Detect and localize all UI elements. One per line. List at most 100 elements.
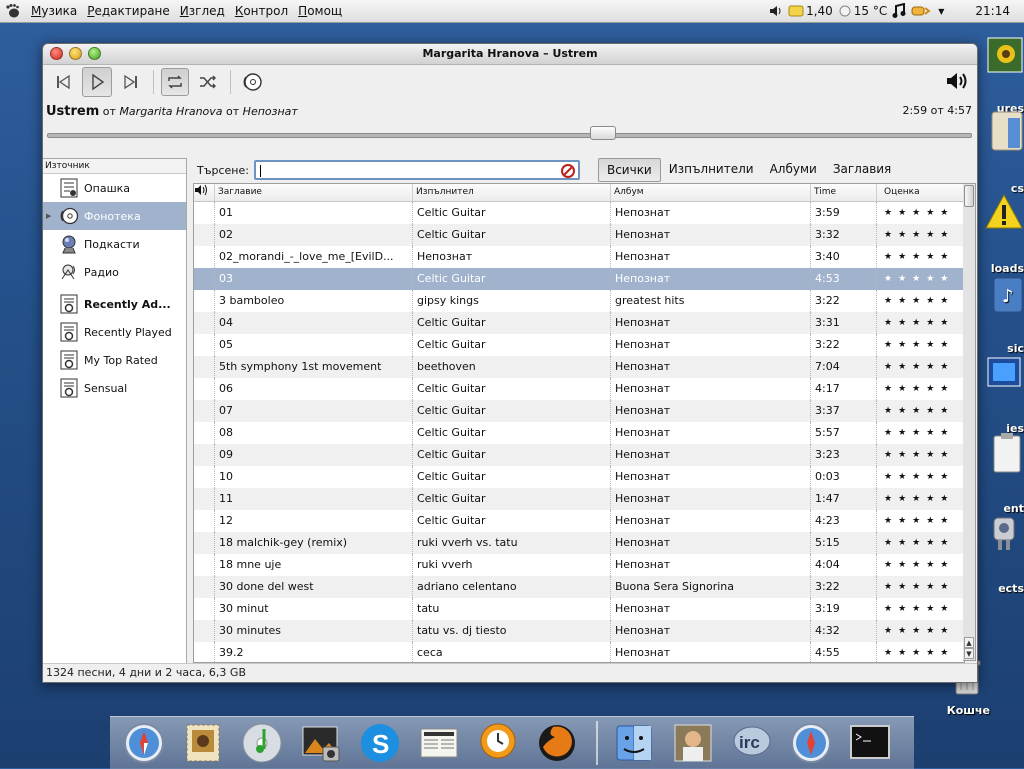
track-rating[interactable]: ★★★★★: [877, 224, 964, 246]
track-row[interactable]: 01 Celtic Guitar Непознат 3:59 ★★★★★: [194, 202, 964, 224]
track-list-scrollbar[interactable]: ▲ ▼: [963, 183, 976, 661]
next-button[interactable]: [117, 68, 145, 96]
expander-arrow-icon[interactable]: ▶: [46, 212, 51, 220]
sidebar-item-radio[interactable]: Радио: [43, 258, 186, 286]
track-row[interactable]: 30 minutes tatu vs. dj tiesto Непознат 4:32…: [194, 620, 964, 642]
terminal-icon[interactable]: [845, 720, 895, 766]
track-row[interactable]: 30 minut tatu Непознат 3:19 ★★★★★: [194, 598, 964, 620]
clock-icon[interactable]: [473, 720, 523, 766]
desktop-trash-label[interactable]: Кошче: [947, 704, 990, 717]
volume-button[interactable]: [945, 69, 969, 96]
menu-edit[interactable]: Редактиране: [82, 0, 175, 22]
volume-tray-icon[interactable]: [769, 4, 783, 18]
track-rating[interactable]: ★★★★★: [877, 466, 964, 488]
track-rating[interactable]: ★★★★★: [877, 598, 964, 620]
gnome-foot-icon[interactable]: [4, 2, 22, 20]
play-button[interactable]: [82, 67, 112, 97]
sidebar-item-queue[interactable]: Опашка: [43, 174, 186, 202]
track-rating[interactable]: ★★★★★: [877, 246, 964, 268]
track-rating[interactable]: ★★★★★: [877, 312, 964, 334]
track-row[interactable]: 3 bamboleo gipsy kings greatest hits 3:22 ★★…: [194, 290, 964, 312]
track-row[interactable]: 02 Celtic Guitar Непознат 3:32 ★★★★★: [194, 224, 964, 246]
irc-icon[interactable]: irc: [727, 720, 777, 766]
filter-albums-button[interactable]: Албуми: [762, 158, 825, 180]
scrollbar-thumb[interactable]: [964, 185, 974, 207]
weather-applet[interactable]: 15 °C: [838, 4, 887, 18]
column-title[interactable]: Заглавие: [215, 184, 413, 201]
minimize-window-button[interactable]: [69, 47, 82, 60]
track-rating[interactable]: ★★★★★: [877, 620, 964, 642]
search-input[interactable]: [253, 160, 580, 181]
user-photo-icon[interactable]: [668, 720, 718, 766]
skype-icon[interactable]: S: [355, 720, 405, 766]
track-row[interactable]: 18 malchik-gey (remix) ruki vverh vs. tat…: [194, 532, 964, 554]
track-rating[interactable]: ★★★★★: [877, 444, 964, 466]
menu-control[interactable]: Контрол: [230, 0, 293, 22]
track-rating[interactable]: ★★★★★: [877, 576, 964, 598]
track-row[interactable]: 11 Celtic Guitar Непознат 1:47 ★★★★★: [194, 488, 964, 510]
column-artist[interactable]: Изпълнител: [413, 184, 611, 201]
track-row[interactable]: 10 Celtic Guitar Непознат 0:03 ★★★★★: [194, 466, 964, 488]
sidebar-item-library[interactable]: ▶ Фонотека: [43, 202, 186, 230]
sidebar-item-recently-added[interactable]: Recently Ad...: [43, 290, 186, 318]
clock[interactable]: 21:14: [975, 4, 1010, 18]
track-row[interactable]: 03 Celtic Guitar Непознат 4:53 ★★★★★: [194, 268, 964, 290]
update-notifier-icon[interactable]: [911, 4, 933, 18]
seek-track[interactable]: [47, 133, 972, 138]
track-rating[interactable]: ★★★★★: [877, 202, 964, 224]
track-row[interactable]: 09 Celtic Guitar Непознат 3:23 ★★★★★: [194, 444, 964, 466]
track-row[interactable]: 05 Celtic Guitar Непознат 3:22 ★★★★★: [194, 334, 964, 356]
firefox-icon[interactable]: [532, 720, 582, 766]
column-time[interactable]: Time: [811, 184, 877, 201]
safari-icon[interactable]: [119, 720, 169, 766]
track-row[interactable]: 30 done del west adriano celentano Buona S…: [194, 576, 964, 598]
track-rating[interactable]: ★★★★★: [877, 642, 964, 662]
track-rating[interactable]: ★★★★★: [877, 400, 964, 422]
track-row[interactable]: 12 Celtic Guitar Непознат 4:23 ★★★★★: [194, 510, 964, 532]
column-playing[interactable]: [194, 184, 215, 201]
filter-all-button[interactable]: Всички: [597, 158, 661, 182]
track-rating[interactable]: ★★★★★: [877, 268, 964, 290]
clear-search-icon[interactable]: [560, 164, 575, 181]
track-row[interactable]: 5th symphony 1st movement beethoven Непозн…: [194, 356, 964, 378]
track-row[interactable]: 18 mne uje ruki vverh Непознат 4:04 ★★★★★: [194, 554, 964, 576]
previous-button[interactable]: [49, 68, 77, 96]
track-row[interactable]: 06 Celtic Guitar Непознат 4:17 ★★★★★: [194, 378, 964, 400]
menu-music[interactable]: Музика: [26, 0, 82, 22]
track-row[interactable]: 02_morandi_-_love_me_[EvilD... Непознат Не…: [194, 246, 964, 268]
track-rating[interactable]: ★★★★★: [877, 554, 964, 576]
track-row[interactable]: 08 Celtic Guitar Непознат 5:57 ★★★★★: [194, 422, 964, 444]
seek-handle[interactable]: [590, 126, 616, 140]
scroll-down-arrow[interactable]: ▼: [964, 648, 974, 659]
sidebar-header[interactable]: Източник: [43, 159, 186, 174]
menu-view[interactable]: Изглед: [175, 0, 230, 22]
news-icon[interactable]: [414, 720, 464, 766]
filter-titles-button[interactable]: Заглавия: [825, 158, 899, 180]
tray-arrow-icon[interactable]: ▼: [938, 7, 944, 16]
sidebar-item-my-top-rated[interactable]: My Top Rated: [43, 346, 186, 374]
track-rating[interactable]: ★★★★★: [877, 290, 964, 312]
cpu-monitor[interactable]: 1,40: [788, 4, 833, 18]
track-row[interactable]: 39.2 ceca Непознат 4:55 ★★★★★: [194, 642, 964, 662]
column-rating[interactable]: Оценка: [877, 184, 964, 201]
menu-help[interactable]: Помощ: [293, 0, 347, 22]
scroll-up-arrow[interactable]: ▲: [964, 637, 974, 648]
stamp-mail-icon[interactable]: [178, 720, 228, 766]
repeat-toggle[interactable]: [161, 68, 189, 96]
column-album[interactable]: Албум: [611, 184, 811, 201]
track-row[interactable]: 07 Celtic Guitar Непознат 3:37 ★★★★★: [194, 400, 964, 422]
finder-icon[interactable]: [609, 720, 659, 766]
track-rating[interactable]: ★★★★★: [877, 488, 964, 510]
maximize-window-button[interactable]: [88, 47, 101, 60]
window-titlebar[interactable]: Margarita Hranova – Ustrem: [43, 44, 977, 65]
filter-artists-button[interactable]: Изпълнители: [661, 158, 762, 180]
track-row[interactable]: 04 Celtic Guitar Непознат 3:31 ★★★★★: [194, 312, 964, 334]
safari-icon[interactable]: [786, 720, 836, 766]
sidebar-item-podcasts[interactable]: Подкасти: [43, 230, 186, 258]
seek-bar[interactable]: [43, 125, 977, 145]
track-rating[interactable]: ★★★★★: [877, 510, 964, 532]
track-rating[interactable]: ★★★★★: [877, 356, 964, 378]
track-rating[interactable]: ★★★★★: [877, 532, 964, 554]
sidebar-item-recently-played[interactable]: Recently Played: [43, 318, 186, 346]
shuffle-toggle[interactable]: [194, 68, 222, 96]
